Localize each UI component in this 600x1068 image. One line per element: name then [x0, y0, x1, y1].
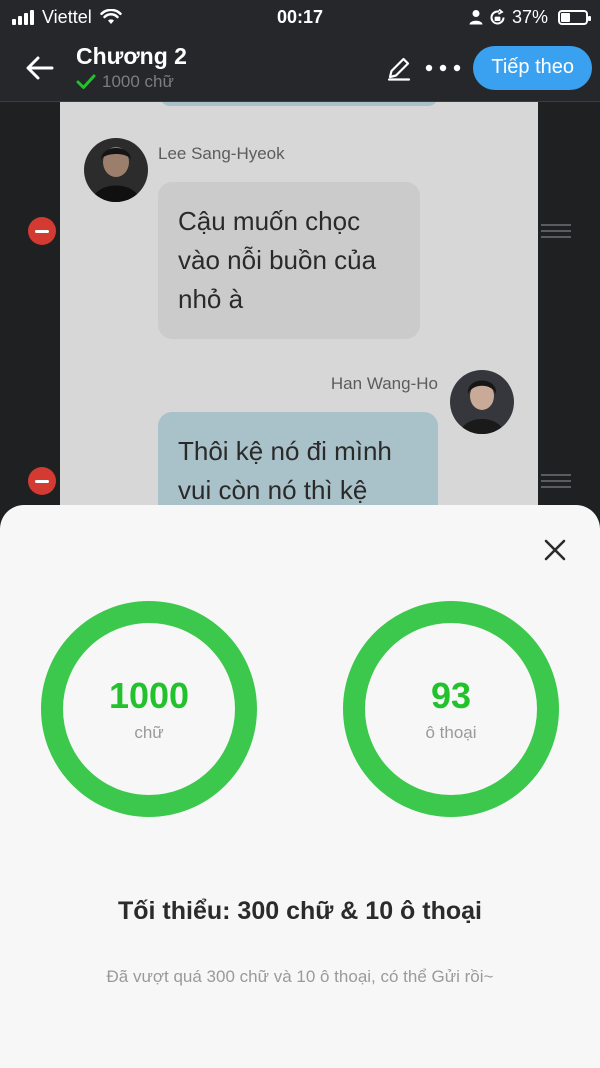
more-button[interactable] — [421, 46, 465, 90]
requirement-note: Đã vượt quá 300 chữ và 10 ô thoại, có th… — [106, 967, 494, 986]
message-bubble[interactable]: Thôi kệ nó đi mình vui còn nó thì kệ — [158, 412, 438, 512]
person-icon — [469, 10, 483, 25]
dialog-count-ring: 93 ô thoại — [342, 600, 560, 818]
close-icon — [544, 539, 566, 561]
sender-name: Han Wang-Ho — [330, 374, 438, 393]
pencil-icon — [388, 57, 411, 81]
next-button[interactable]: Tiếp theo — [473, 45, 592, 90]
remove-message-button[interactable] — [28, 467, 56, 495]
minimum-requirement: Tối thiểu: 300 chữ & 10 ô thoại — [118, 897, 482, 925]
carrier-name: Viettel — [42, 6, 92, 27]
remove-message-button[interactable] — [28, 217, 56, 245]
word-count-ring: 1000 chữ — [40, 600, 258, 818]
chat-content: Lee Sang-Hyeok Cậu muốn chọc vào nỗi buồ… — [60, 102, 538, 512]
status-bar: Viettel 00:17 37% — [0, 0, 600, 34]
chapter-title: Chương 2 — [76, 43, 187, 69]
back-arrow-icon — [26, 56, 54, 79]
dialog-count-value: 93 — [430, 675, 472, 716]
check-icon — [76, 74, 96, 89]
message-bubble — [160, 102, 438, 106]
avatar — [84, 138, 148, 202]
message-bubble[interactable]: Cậu muốn chọc vào nỗi buồn của nhỏ à — [158, 182, 420, 339]
battery-percent: 37% — [511, 6, 548, 27]
word-count-unit: chữ — [134, 723, 164, 742]
word-count-label: 1000 chữ — [102, 72, 174, 91]
battery-icon — [558, 9, 591, 25]
editor-header: Chương 2 1000 chữ Tiếp theo — [0, 34, 600, 102]
rotation-lock-icon — [490, 8, 505, 24]
wifi-icon — [99, 9, 122, 24]
signal-icon — [12, 9, 34, 25]
dialog-count-unit: ô thoại — [425, 723, 477, 742]
more-icon — [426, 64, 461, 71]
drag-handle-icon[interactable] — [541, 474, 571, 488]
stats-sheet: 1000 chữ 93 ô thoại Tối thiểu: 300 chữ &… — [0, 505, 600, 1068]
drag-handle-icon[interactable] — [541, 224, 571, 238]
close-button[interactable] — [540, 535, 570, 565]
back-button[interactable] — [20, 48, 60, 88]
word-count-value: 1000 — [108, 675, 190, 716]
sender-name: Lee Sang-Hyeok — [158, 144, 285, 163]
edit-button[interactable] — [377, 46, 421, 90]
avatar — [450, 370, 514, 434]
